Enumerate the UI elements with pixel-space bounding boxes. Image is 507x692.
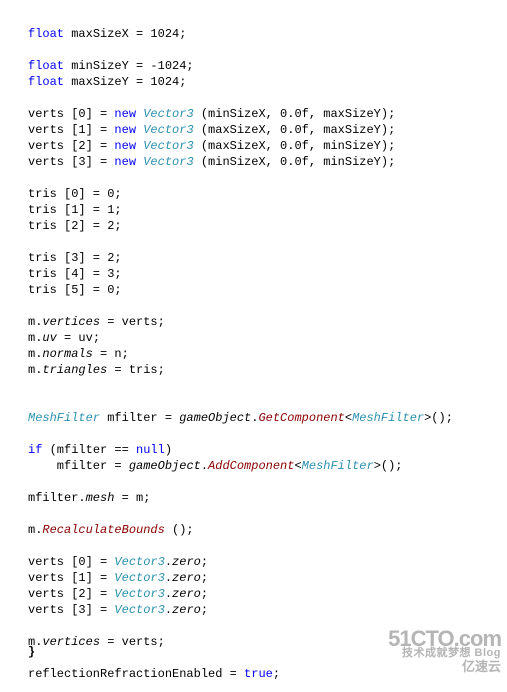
line: tris [1] = 1; — [28, 203, 122, 217]
line: m.uv = uv; — [28, 331, 100, 345]
line: verts [2] = Vector3.zero; — [28, 587, 208, 601]
line: verts [1] = Vector3.zero; — [28, 571, 208, 585]
line: verts [0] = Vector3.zero; — [28, 555, 208, 569]
line: verts [1] = new Vector3 (maxSizeX, 0.0f,… — [28, 123, 395, 137]
line: mfilter.mesh = m; — [28, 491, 150, 505]
closing-brace: } — [28, 644, 35, 660]
line: if (mfilter == null) — [28, 443, 172, 457]
line: reflectionRefractionEnabled = true; — [28, 667, 280, 681]
line: tris [5] = 0; — [28, 283, 122, 297]
line: tris [0] = 0; — [28, 187, 122, 201]
line: MeshFilter mfilter = gameObject.GetCompo… — [28, 411, 453, 425]
line: mfilter = gameObject.AddComponent<MeshFi… — [28, 459, 403, 473]
line: m.vertices = verts; — [28, 315, 165, 329]
code-block: float maxSizeX = 1024; float minSizeY = … — [0, 0, 507, 692]
line: m.vertices = verts; — [28, 635, 165, 649]
line: verts [3] = Vector3.zero; — [28, 603, 208, 617]
line: m.normals = n; — [28, 347, 129, 361]
line: float maxSizeY = 1024; — [28, 75, 186, 89]
line: float maxSizeX = 1024; — [28, 27, 186, 41]
line: tris [3] = 2; — [28, 251, 122, 265]
line: float minSizeY = -1024; — [28, 59, 194, 73]
line: tris [2] = 2; — [28, 219, 122, 233]
line: tris [4] = 3; — [28, 267, 122, 281]
line: m.RecalculateBounds (); — [28, 523, 194, 537]
line: verts [3] = new Vector3 (minSizeX, 0.0f,… — [28, 155, 395, 169]
line: verts [0] = new Vector3 (minSizeX, 0.0f,… — [28, 107, 395, 121]
line: m.triangles = tris; — [28, 363, 165, 377]
line: verts [2] = new Vector3 (maxSizeX, 0.0f,… — [28, 139, 395, 153]
